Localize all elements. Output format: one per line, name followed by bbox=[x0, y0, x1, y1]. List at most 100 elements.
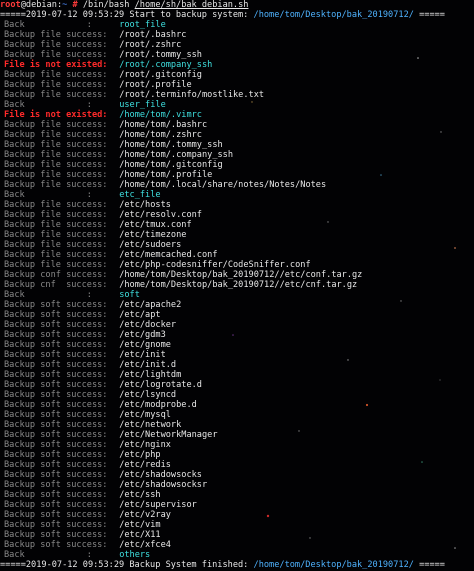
log-status: Backup file success: bbox=[4, 150, 108, 160]
log-row: Backup soft success: /etc/lightdm bbox=[0, 370, 474, 380]
log-path: /etc/supervisor bbox=[119, 500, 197, 510]
log-status: Backup file success: bbox=[4, 30, 108, 40]
log-status: Back : bbox=[4, 20, 92, 30]
log-path: /etc/v2ray bbox=[119, 510, 171, 520]
log-row: Backup file success: /etc/memcached.conf bbox=[0, 250, 474, 260]
log-row: Backup file success: /home/tom/.zshrc bbox=[0, 130, 474, 140]
log-row: File is not existed: /home/tom/.vimrc bbox=[0, 110, 474, 120]
log-status: Backup file success: bbox=[4, 220, 108, 230]
log-status: Backup soft success: bbox=[4, 520, 108, 530]
log-status: Backup file success: bbox=[4, 70, 108, 80]
log-path: /etc/logrotate.d bbox=[119, 380, 202, 390]
log-status: Backup soft success: bbox=[4, 310, 108, 320]
log-section-header: Back : user_file bbox=[0, 100, 474, 110]
log-status-error: File is not existed: bbox=[4, 60, 108, 70]
log-row: Backup soft success: /etc/X11 bbox=[0, 530, 474, 540]
log-path: /etc/docker bbox=[119, 320, 177, 330]
log-status: Backup soft success: bbox=[4, 530, 108, 540]
log-section-header: Back : soft bbox=[0, 290, 474, 300]
log-status: Backup soft success: bbox=[4, 460, 108, 470]
log-path: /etc/init bbox=[119, 350, 166, 360]
log-path: /etc/resolv.conf bbox=[119, 210, 202, 220]
log-path: /root/.gitconfig bbox=[119, 70, 202, 80]
log-path: /etc/tmux.conf bbox=[119, 220, 192, 230]
log-status: Backup file success: bbox=[4, 80, 108, 90]
terminal-window[interactable]: root @ debian: ~ # /bin/bash /home/sh/bak_d… bbox=[0, 0, 474, 571]
log-status: Backup soft success: bbox=[4, 450, 108, 460]
log-status: Backup soft success: bbox=[4, 370, 108, 380]
log-status: Back : bbox=[4, 190, 92, 200]
prompt-command-script: /home/sh/bak_debian.sh bbox=[134, 0, 249, 10]
log-row: Backup file success: /etc/timezone bbox=[0, 230, 474, 240]
log-row: Backup conf success: /home/tom/Desktop/b… bbox=[0, 270, 474, 280]
log-status: Backup file success: bbox=[4, 140, 108, 150]
log-row: Backup soft success: /etc/init bbox=[0, 350, 474, 360]
log-row: Backup file success: /root/.tommy_ssh bbox=[0, 50, 474, 60]
log-path: /home/tom/.tommy_ssh bbox=[119, 140, 223, 150]
log-status: Backup soft success: bbox=[4, 400, 108, 410]
start-banner-suffix: ===== bbox=[413, 10, 445, 20]
log-path: /etc/nginx bbox=[119, 440, 171, 450]
log-row: Backup file success: /root/.terminfo/mos… bbox=[0, 90, 474, 100]
log-path: /etc/ssh bbox=[119, 490, 161, 500]
log-status: Backup file success: bbox=[4, 90, 108, 100]
log-row: Backup soft success: /etc/redis bbox=[0, 460, 474, 470]
log-path: /root/.zshrc bbox=[119, 40, 182, 50]
log-status: Backup soft success: bbox=[4, 440, 108, 450]
log-path: /home/tom/Desktop/bak_20190712//etc/cnf.… bbox=[119, 280, 358, 290]
log-status: Backup soft success: bbox=[4, 540, 108, 550]
log-status: Backup soft success: bbox=[4, 470, 108, 480]
log-path: /etc/X11 bbox=[119, 530, 161, 540]
log-path: /home/tom/.profile bbox=[119, 170, 213, 180]
log-status: Back : bbox=[4, 290, 92, 300]
log-status: Backup conf success: bbox=[4, 270, 108, 280]
log-path: /etc/init.d bbox=[119, 360, 177, 370]
log-row: Backup soft success: /etc/NetworkManager bbox=[0, 430, 474, 440]
prompt-host: debian bbox=[25, 0, 57, 10]
log-path: /home/tom/.local/share/notes/Notes/Notes bbox=[119, 180, 327, 190]
log-row: Backup soft success: /etc/vim bbox=[0, 520, 474, 530]
log-row: Backup soft success: /etc/v2ray bbox=[0, 510, 474, 520]
log-status: Backup soft success: bbox=[4, 480, 108, 490]
log-path: /root/.tommy_ssh bbox=[119, 50, 202, 60]
log-row: Backup cnf success: /home/tom/Desktop/ba… bbox=[0, 280, 474, 290]
log-path: /etc/lightdm bbox=[119, 370, 182, 380]
log-path: /etc/php bbox=[119, 450, 161, 460]
log-status: Backup file success: bbox=[4, 120, 108, 130]
log-status: Backup file success: bbox=[4, 250, 108, 260]
log-path: /home/tom/Desktop/bak_20190712//etc/conf… bbox=[119, 270, 363, 280]
log-status: Backup soft success: bbox=[4, 420, 108, 430]
log-row: Backup file success: /home/tom/.tommy_ss… bbox=[0, 140, 474, 150]
log-row: Backup file success: /home/tom/.bashrc bbox=[0, 120, 474, 130]
log-row: Backup file success: /etc/php-codesniffe… bbox=[0, 260, 474, 270]
log-path: /etc/xfce4 bbox=[119, 540, 171, 550]
log-status: Backup file success: bbox=[4, 200, 108, 210]
log-status: Backup file success: bbox=[4, 50, 108, 60]
end-banner-prefix: =====2019-07-12 09:53:29 Backup System f… bbox=[0, 560, 254, 570]
log-path: /etc/redis bbox=[119, 460, 171, 470]
log-section-header: Back : etc_file bbox=[0, 190, 474, 200]
log-path: /etc/apt bbox=[119, 310, 161, 320]
log-path: /home/tom/.gitconfig bbox=[119, 160, 223, 170]
log-row: Backup soft success: /etc/ssh bbox=[0, 490, 474, 500]
log-row: Backup file success: /home/tom/.gitconfi… bbox=[0, 160, 474, 170]
log-status: Backup file success: bbox=[4, 180, 108, 190]
log-row: Backup soft success: /etc/php bbox=[0, 450, 474, 460]
log-status: Backup file success: bbox=[4, 160, 108, 170]
log-status: Backup file success: bbox=[4, 130, 108, 140]
log-path: /etc/shadowsocks bbox=[119, 470, 202, 480]
log-status: Backup soft success: bbox=[4, 360, 108, 370]
log-row: Backup file success: /home/tom/.profile bbox=[0, 170, 474, 180]
log-path: /home/tom/.vimrc bbox=[119, 110, 202, 120]
log-path: /etc/vim bbox=[119, 520, 161, 530]
log-path: /root/.terminfo/mostlike.txt bbox=[119, 90, 265, 100]
log-path: /etc/shadowsocksr bbox=[119, 480, 208, 490]
log-row: Backup soft success: /etc/lsyncd bbox=[0, 390, 474, 400]
log-path: /home/tom/.bashrc bbox=[119, 120, 208, 130]
log-path: /root/.company_ssh bbox=[119, 60, 213, 70]
log-status: Backup file success: bbox=[4, 240, 108, 250]
log-row: Backup soft success: /etc/shadowsocks bbox=[0, 470, 474, 480]
log-row: Backup file success: /etc/hosts bbox=[0, 200, 474, 210]
log-section-name: others bbox=[119, 550, 151, 560]
log-path: /etc/gnome bbox=[119, 340, 171, 350]
